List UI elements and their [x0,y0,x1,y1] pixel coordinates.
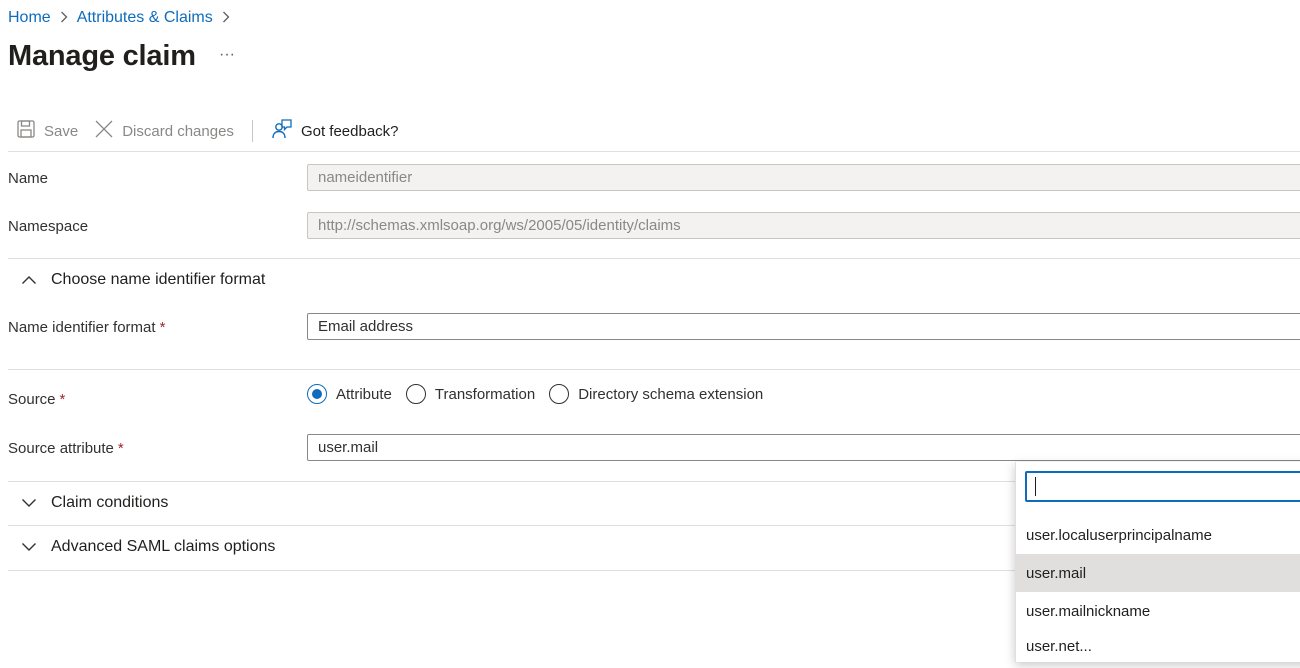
nameid-format-label: Name identifier format * [8,319,165,336]
namespace-field[interactable]: http://schemas.xmlsoap.org/ws/2005/05/id… [307,212,1300,239]
required-marker: * [117,440,124,457]
discard-changes-label: Discard changes [122,122,234,140]
breadcrumb-home-link[interactable]: Home [8,9,51,27]
name-field[interactable]: nameidentifier [307,164,1300,191]
source-radio-directory-schema-extension[interactable]: Directory schema extension [549,384,763,404]
source-label: Source * [8,391,65,408]
chevron-down-icon [20,495,37,512]
source-attribute-label: Source attribute * [8,440,124,457]
chevron-right-icon [222,10,230,27]
breadcrumb-attributes-claims-link[interactable]: Attributes & Claims [77,9,213,27]
got-feedback-button[interactable]: Got feedback? [263,116,407,146]
dropdown-option[interactable]: user.localuserprincipalname [1016,516,1300,554]
radio-label: Attribute [336,385,392,403]
source-attribute-dropdown: user.localuserprincipalname user.mail us… [1015,462,1300,662]
chevron-up-icon [20,272,37,289]
divider [8,258,1300,259]
advanced-saml-section-toggle[interactable]: Advanced SAML claims options [20,538,275,556]
nameid-format-value: Email address [318,318,414,335]
dropdown-option[interactable]: user.mailnickname [1016,592,1300,630]
divider [8,369,1300,370]
required-marker: * [59,391,66,408]
source-attribute-label-text: Source attribute [8,440,114,457]
got-feedback-label: Got feedback? [300,122,399,140]
nameid-format-label-text: Name identifier format [8,319,156,336]
toolbar-divider [251,120,253,142]
page-title: Manage claim [8,40,196,72]
command-bar: Save Discard changes Got feedback? [8,116,407,146]
advanced-saml-title: Advanced SAML claims options [51,538,276,555]
source-label-text: Source [8,391,56,408]
chevron-right-icon [60,10,68,27]
radio-unchecked-icon [549,384,570,404]
feedback-icon [271,118,293,144]
dropdown-option-selected[interactable]: user.mail [1016,554,1300,592]
namespace-label: Namespace [8,218,89,235]
radio-label: Transformation [434,385,536,403]
text-cursor [1035,477,1036,496]
source-attribute-value: user.mail [318,439,379,456]
discard-changes-button[interactable]: Discard changes [86,116,242,146]
radio-checked-icon [307,384,327,404]
claim-conditions-title: Claim conditions [51,494,169,511]
divider [8,151,1300,152]
save-button[interactable]: Save [8,116,86,146]
save-label: Save [44,122,79,140]
nameid-format-section-toggle[interactable]: Choose name identifier format [20,271,265,289]
source-attribute-select[interactable]: user.mail [307,434,1300,461]
source-radio-attribute[interactable]: Attribute [307,384,392,404]
required-marker: * [159,319,166,336]
name-value: nameidentifier [318,169,413,186]
radio-label: Directory schema extension [578,385,764,403]
source-radio-transformation[interactable]: Transformation [405,384,536,404]
name-label: Name [8,170,49,187]
breadcrumb: Home Attributes & Claims [8,9,239,27]
radio-unchecked-icon [405,384,426,404]
chevron-down-icon [20,539,37,556]
namespace-value: http://schemas.xmlsoap.org/ws/2005/05/id… [318,217,681,234]
close-icon [94,119,114,143]
more-options-button[interactable]: ··· [219,46,235,64]
nameid-format-select[interactable]: Email address [307,313,1300,340]
nameid-format-section-title: Choose name identifier format [51,271,266,288]
claim-conditions-section-toggle[interactable]: Claim conditions [20,494,168,512]
dropdown-option[interactable]: user.net... [1016,630,1300,668]
source-radio-group: Attribute Transformation Directory schem… [307,384,777,404]
save-icon [16,119,36,143]
dropdown-search-input[interactable] [1025,471,1300,502]
